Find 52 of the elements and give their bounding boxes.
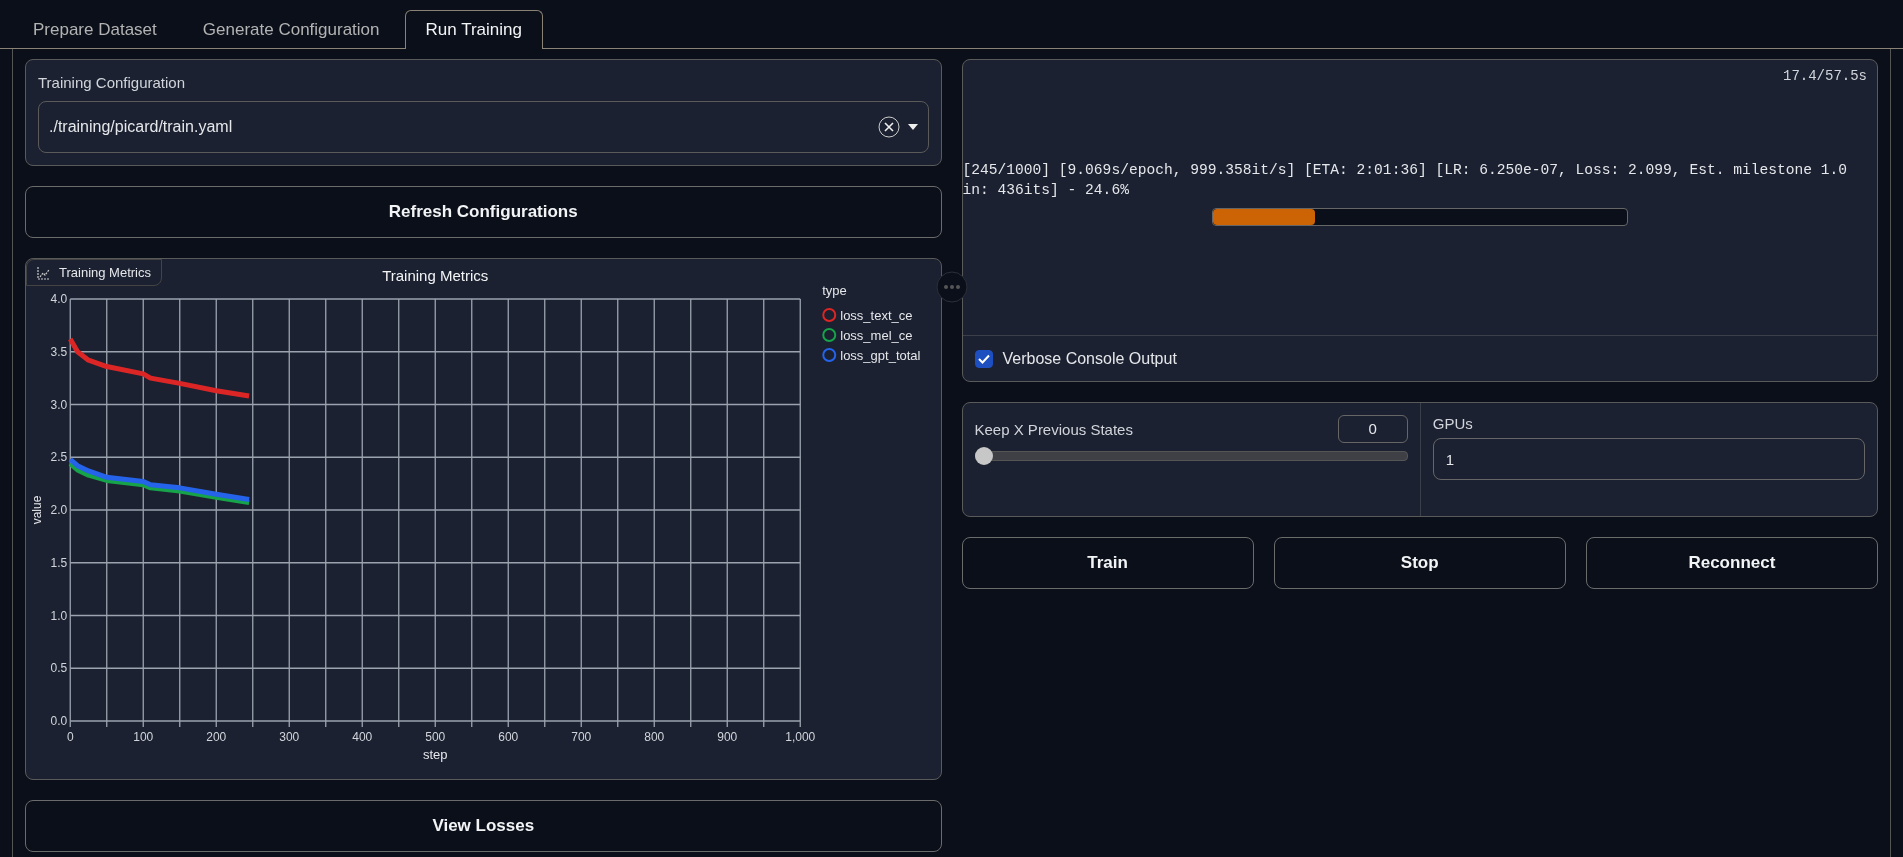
- y-tick-label: 2.5: [50, 450, 68, 465]
- legend-label: loss_text_ce: [840, 308, 913, 323]
- x-tick-label: 800: [644, 730, 665, 744]
- x-tick-label: 500: [425, 730, 446, 744]
- elapsed-time: 17.4/57.5s: [1783, 68, 1867, 84]
- x-tick-label: 100: [133, 730, 154, 744]
- config-dropdown[interactable]: ./training/picard/train.yaml: [38, 101, 929, 153]
- field-label: GPUs: [1432, 415, 1474, 432]
- slider-label: Keep X Previous States: [974, 420, 1133, 438]
- x-tick-label: 400: [352, 730, 373, 744]
- tab[interactable]: Run Training: [404, 10, 543, 49]
- action-button[interactable]: Train: [961, 537, 1254, 589]
- clear-icon[interactable]: [877, 116, 900, 138]
- badge-label: Training Metrics: [59, 265, 151, 280]
- slider-thumb[interactable]: [974, 447, 993, 465]
- action-button[interactable]: Stop: [1273, 537, 1566, 589]
- y-tick-label: 1.0: [50, 608, 68, 623]
- legend-label: loss_gpt_total: [840, 348, 921, 363]
- field-label: Training Configuration: [38, 74, 187, 91]
- legend-label: loss_mel_ce: [840, 328, 913, 343]
- y-tick-label: 1.5: [50, 555, 68, 570]
- x-tick-label: 1,000: [785, 730, 816, 744]
- x-tick-label: 300: [279, 730, 300, 744]
- number-field[interactable]: 0: [1337, 415, 1408, 443]
- y-tick-label: 2.0: [50, 503, 68, 517]
- y-tick-label: 3.5: [50, 344, 68, 359]
- checkbox[interactable]: [974, 349, 993, 368]
- more-icon[interactable]: [935, 271, 968, 303]
- x-tick-label: 200: [206, 730, 227, 744]
- x-tick-label: 0: [66, 730, 74, 744]
- refresh-button[interactable]: Refresh Configurations: [25, 186, 942, 238]
- chart-icon: [37, 265, 51, 280]
- legend-title: type: [822, 283, 847, 298]
- view-losses-button[interactable]: View Losses: [25, 800, 942, 852]
- x-tick-label: 900: [717, 730, 738, 744]
- y-tick-label: 0.0: [50, 714, 68, 728]
- x-tick-label: 600: [498, 730, 519, 744]
- y-tick-label: 3.0: [50, 397, 68, 412]
- x-axis-title: step: [422, 747, 448, 762]
- tab[interactable]: Prepare Dataset: [12, 10, 178, 49]
- progress-message: [245/1000] [9.069s/epoch, 999.358it/s] [ETA: 2:01:36] [LR: 6.250e-07, Loss: 2.099, Est. milestone 1.0 in: 436its] - 24.6%: [962, 160, 1849, 200]
- gpus-field[interactable]: 1: [1432, 438, 1865, 480]
- y-tick-label: 4.0: [50, 292, 68, 306]
- chart-title: Training Metrics: [382, 267, 489, 284]
- checkbox-label: Verbose Console Output: [1002, 349, 1177, 368]
- y-tick-label: 0.5: [50, 661, 68, 676]
- tab[interactable]: Generate Configuration: [181, 10, 401, 49]
- caret-icon[interactable]: [907, 124, 918, 130]
- action-button[interactable]: Reconnect: [1585, 537, 1878, 589]
- x-tick-label: 700: [571, 730, 592, 744]
- y-axis-title: value: [30, 495, 45, 525]
- slider[interactable]: [974, 447, 1408, 465]
